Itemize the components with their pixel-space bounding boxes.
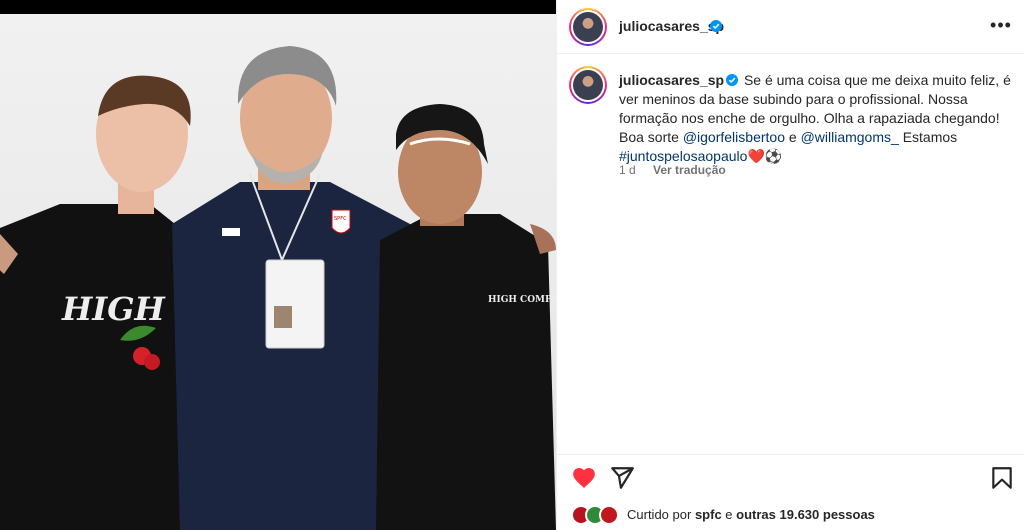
- liker-avatar[interactable]: [599, 505, 619, 525]
- photo-top-bar: [0, 0, 556, 14]
- post-side-panel: juliocasares_sp ••• juliocasares_sp Se é…: [556, 0, 1024, 530]
- post-photo[interactable]: HIGH CO SPFC HIGH COMPANY: [0, 14, 556, 530]
- mention-williamgoms[interactable]: @williamgoms_: [801, 129, 899, 145]
- send-icon[interactable]: [609, 465, 635, 491]
- liked-by-user[interactable]: spfc: [695, 507, 722, 522]
- caption-text: juliocasares_sp Se é uma coisa que me de…: [619, 71, 1015, 166]
- author-username[interactable]: juliocasares_sp: [619, 18, 724, 34]
- caption-body-2: Estamos: [902, 129, 958, 145]
- liked-by-others[interactable]: outras 19.630 pessoas: [736, 507, 875, 522]
- liked-by-text: Curtido por spfc e outras 19.630 pessoas: [627, 507, 875, 522]
- caption-author-avatar[interactable]: [569, 66, 607, 104]
- post-time: 1 d: [619, 163, 636, 177]
- photo-illustration: HIGH CO SPFC HIGH COMPANY: [0, 46, 556, 530]
- translate-link[interactable]: Ver tradução: [653, 163, 726, 177]
- mention-igorfelisbertoo[interactable]: @igorfelisbertoo: [683, 129, 785, 145]
- caption-emoji: ❤️⚽: [747, 148, 783, 164]
- heart-filled-icon[interactable]: [571, 465, 597, 491]
- caption-username[interactable]: juliocasares_sp: [619, 72, 724, 88]
- caption-connector: e: [788, 129, 797, 145]
- caption-meta: 1 d Ver tradução: [619, 163, 726, 177]
- person-right: HIGH COMPANY: [376, 104, 556, 530]
- hashtag-link[interactable]: #juntospelosaopaulo: [619, 148, 747, 164]
- verified-badge-icon: [710, 20, 722, 32]
- shirt-print-right: HIGH COMPANY: [488, 295, 556, 305]
- verified-badge-icon: [726, 74, 739, 86]
- bookmark-icon[interactable]: [989, 465, 1015, 491]
- likes-summary: Curtido por spfc e outras 19.630 pessoas: [571, 504, 1021, 526]
- author-avatar[interactable]: [569, 8, 607, 46]
- post-header: juliocasares_sp •••: [557, 0, 1024, 54]
- liked-by-prefix: Curtido por: [627, 507, 692, 522]
- caption-block: juliocasares_sp Se é uma coisa que me de…: [557, 54, 1024, 454]
- more-options-icon[interactable]: •••: [989, 16, 1013, 36]
- liked-by-and: e: [725, 507, 733, 522]
- club-crest: SPFC: [334, 216, 347, 222]
- post-actions: Curtido por spfc e outras 19.630 pessoas: [557, 454, 1024, 530]
